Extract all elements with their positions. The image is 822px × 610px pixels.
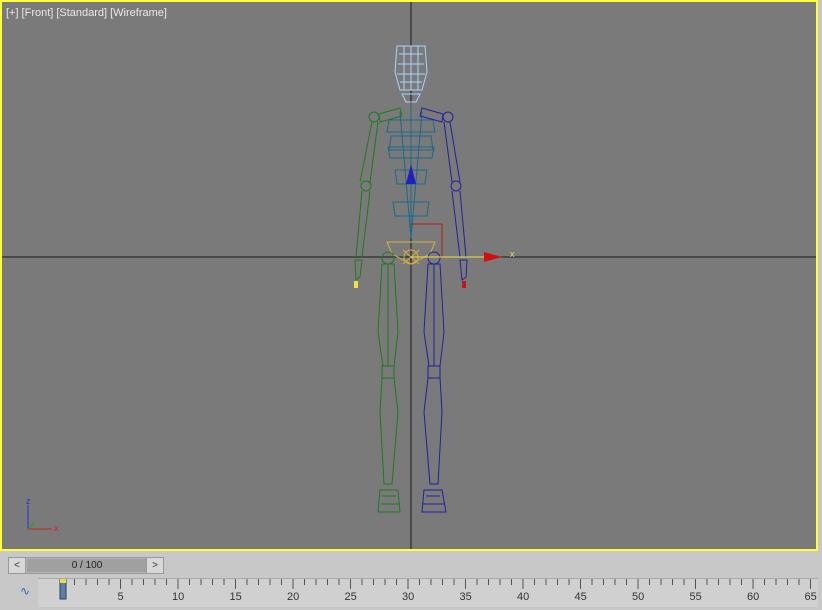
frame-tick-label: 35	[459, 591, 472, 603]
frame-tick-label: 5	[117, 591, 124, 603]
axis-triad: z x	[26, 496, 59, 533]
triad-x-label: x	[54, 523, 59, 533]
biped-head[interactable]	[394, 45, 428, 103]
frame-tick-label: 55	[689, 591, 702, 603]
frame-tick-label: 20	[287, 591, 300, 603]
gizmo-x-axis-label: x	[510, 249, 515, 259]
biped-wireframe-scene: x z x	[2, 2, 816, 549]
time-slider-bar: < 0 / 100 > ∿ 5 10 15 20 25 30 35 40 45 50 55 60 65	[0, 551, 822, 610]
frame-tick-label: 30	[402, 591, 415, 603]
center-of-mass-marker	[406, 164, 416, 184]
frame-tick-label: 10	[172, 591, 185, 603]
previous-frame-button[interactable]: <	[9, 558, 26, 573]
right-hand-fingers	[462, 281, 466, 288]
frame-tick-label: 60	[747, 591, 760, 603]
frame-tick-label: 25	[344, 591, 357, 603]
frame-tick-label: 50	[632, 591, 645, 603]
left-hand-fingers	[354, 281, 358, 288]
time-slider[interactable]: < 0 / 100 >	[8, 557, 164, 574]
track-bar[interactable]: 5 10 15 20 25 30 35 40 45 50 55 60 65	[38, 578, 818, 607]
time-slider-thumb[interactable]: 0 / 100	[27, 559, 147, 572]
biped-right-leg[interactable]	[421, 251, 447, 513]
curve-editor-icon[interactable]: ∿	[20, 584, 36, 600]
biped-left-arm[interactable]	[354, 107, 403, 281]
frame-tick-label: 65	[804, 591, 817, 603]
frame-tick-label: 45	[574, 591, 587, 603]
biped-left-leg[interactable]	[377, 251, 401, 513]
next-frame-button[interactable]: >	[146, 558, 163, 573]
front-viewport[interactable]: [+] [Front] [Standard] [Wireframe] x z x	[0, 0, 818, 551]
frame-tick-label: 40	[517, 591, 530, 603]
biped-right-arm[interactable]	[419, 107, 468, 281]
frame-tick-label: 15	[229, 591, 242, 603]
current-frame-marker-cap	[60, 579, 66, 583]
triad-z-label: z	[26, 496, 31, 506]
